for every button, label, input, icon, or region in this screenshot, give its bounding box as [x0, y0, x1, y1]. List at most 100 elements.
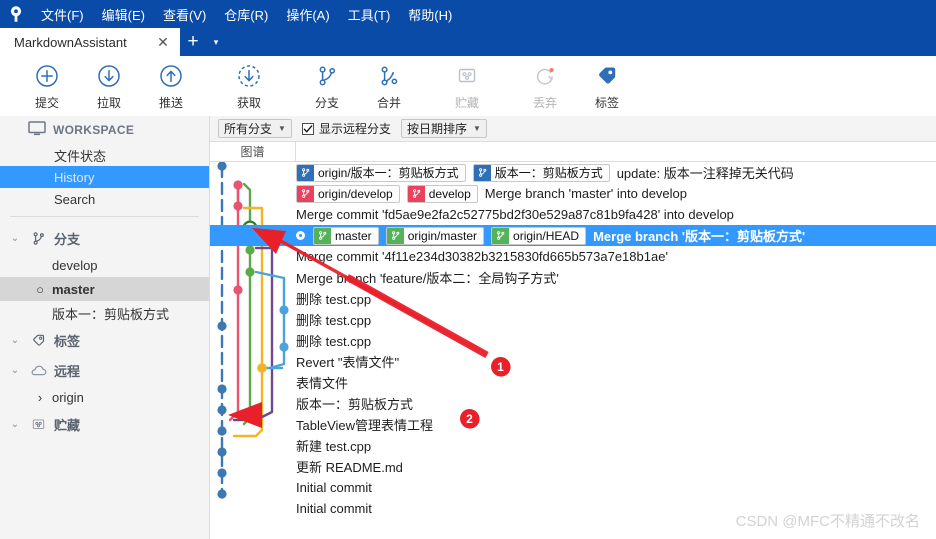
commit-message: 更新 README.md [296, 460, 403, 475]
toolbar: 提交 拉取 推送 获取 分支 合并 贮藏 丢弃 标签 [0, 56, 936, 117]
ref-label: origin/develop [318, 186, 393, 201]
table-row[interactable]: 删除 test.cpp [210, 330, 936, 351]
push-up-arrow-circle-icon [158, 61, 184, 91]
ref-label: origin/master [407, 228, 478, 243]
tag-icon [28, 332, 48, 349]
ref-badge[interactable]: develop [406, 184, 478, 203]
ref-badge[interactable]: origin/develop [296, 184, 400, 203]
branch-icon [297, 185, 314, 202]
menu-view[interactable]: 查看(V) [154, 0, 215, 28]
sidebar-branch-label: 版本一：剪贴板方式 [52, 306, 170, 322]
table-row[interactable]: TableView管理表情工程 [210, 414, 936, 435]
sidebar-branch-master[interactable]: ○ master [0, 277, 209, 301]
table-row[interactable]: 新建 test.cpp [210, 435, 936, 456]
tab-markdownassistant[interactable]: MarkdownAssistant ✕ [0, 28, 180, 56]
table-row[interactable]: Merge commit 'fd5ae9e2fa2c52775bd2f30e52… [210, 204, 936, 225]
pull-down-arrow-circle-icon [96, 61, 122, 91]
commit-list[interactable]: origin/版本一：剪贴板方式 版本一：剪贴板方式 update: 版本一注释… [210, 162, 936, 539]
commit-message: Merge commit '4f11e234d30382b3215830fd66… [296, 249, 668, 264]
filter-bar: 所有分支 ▼ 显示远程分支 按日期排序 ▼ [210, 116, 936, 142]
commit-message: Initial commit [296, 501, 372, 516]
table-row[interactable]: origin/develop develop Merge branch 'mas… [210, 183, 936, 204]
chevron-down-icon[interactable]: ⌄ [8, 233, 22, 244]
chevron-down-icon[interactable]: ⌄ [8, 335, 22, 346]
toolbar-push-button[interactable]: 推送 [140, 57, 202, 115]
sidebar-branch-banben-yi[interactable]: 版本一：剪贴板方式 [0, 301, 209, 325]
table-row[interactable]: origin/版本一：剪贴板方式 版本一：剪贴板方式 update: 版本一注释… [210, 162, 936, 183]
table-row[interactable]: 表情文件 [210, 372, 936, 393]
sidebar-group-remotes[interactable]: ⌄ 远程 [0, 355, 209, 385]
menu-bar: 文件(F) 编辑(E) 查看(V) 仓库(R) 操作(A) 工具(T) 帮助(H… [0, 0, 936, 28]
table-row[interactable]: 删除 test.cpp [210, 309, 936, 330]
commit-row-content: Revert "表情文件" [296, 352, 399, 371]
table-row[interactable]: Merge commit '4f11e234d30382b3215830fd66… [210, 246, 936, 267]
sidebar-branch-develop[interactable]: develop [0, 253, 209, 277]
chevron-down-icon[interactable]: ⌄ [8, 365, 22, 376]
toolbar-tag-button[interactable]: 标签 [576, 57, 638, 115]
ref-badge[interactable]: origin/HEAD [491, 226, 587, 245]
chevron-right-icon[interactable]: › [34, 390, 46, 405]
menu-file[interactable]: 文件(F) [32, 0, 93, 28]
branch-icon [28, 230, 48, 247]
cloud-icon [28, 363, 48, 378]
menu-actions[interactable]: 操作(A) [277, 0, 338, 28]
chevron-down-icon[interactable]: ▾ [206, 28, 226, 56]
close-icon[interactable]: ✕ [154, 33, 172, 51]
current-branch-bullet-icon: ○ [36, 281, 44, 297]
toolbar-merge-button[interactable]: 合并 [358, 57, 420, 115]
sort-order-dropdown[interactable]: 按日期排序 ▼ [400, 119, 487, 138]
sidebar-workspace-label: WORKSPACE [53, 123, 135, 137]
sidebar-item-history[interactable]: History [0, 166, 209, 188]
ref-badge[interactable]: origin/版本一：剪贴板方式 [296, 163, 466, 182]
table-row[interactable]: Revert "表情文件" [210, 351, 936, 372]
ref-badge[interactable]: master [313, 226, 379, 245]
table-row[interactable]: 版本一：剪贴板方式 [210, 393, 936, 414]
sidebar-remote-origin[interactable]: › origin [0, 385, 209, 409]
branch-filter-dropdown[interactable]: 所有分支 ▼ [218, 119, 292, 138]
commit-message: 表情文件 [296, 376, 349, 391]
toolbar-stash-button[interactable]: 贮藏 [436, 57, 498, 115]
annotation-number-1: 1 [491, 357, 510, 376]
toolbar-pull-button[interactable]: 拉取 [78, 57, 140, 115]
column-header-graph[interactable]: 图谱 [210, 141, 296, 162]
sidebar-item-search[interactable]: Search [0, 188, 209, 210]
sourcetree-logo-icon [0, 0, 32, 28]
sidebar-item-file-status[interactable]: 文件状态 [0, 144, 209, 166]
commit-message: 删除 test.cpp [296, 334, 372, 349]
menu-repository[interactable]: 仓库(R) [215, 0, 277, 28]
commit-row-content: Initial commit [296, 480, 372, 495]
commit-message: 删除 test.cpp [296, 313, 372, 328]
table-row[interactable]: master origin/master origin/HEAD Merge b… [210, 225, 936, 246]
sidebar-item-label: History [54, 169, 95, 185]
sidebar-group-tags[interactable]: ⌄ 标签 [0, 325, 209, 355]
table-row[interactable]: 更新 README.md [210, 456, 936, 477]
ref-badge[interactable]: 版本一：剪贴板方式 [472, 163, 610, 182]
table-row[interactable]: 删除 test.cpp [210, 288, 936, 309]
sidebar-group-branches[interactable]: ⌄ 分支 [0, 223, 209, 253]
menu-edit[interactable]: 编辑(E) [93, 0, 154, 28]
column-header-description[interactable] [296, 142, 936, 162]
new-tab-button[interactable]: + [180, 28, 206, 56]
show-remote-branches-checkbox[interactable]: 显示远程分支 [301, 120, 391, 137]
menu-help[interactable]: 帮助(H) [399, 0, 461, 28]
sourcetree-window: 文件(F) 编辑(E) 查看(V) 仓库(R) 操作(A) 工具(T) 帮助(H… [0, 0, 936, 539]
toolbar-discard-button[interactable]: 丢弃 [514, 57, 576, 115]
menu-tools[interactable]: 工具(T) [339, 0, 400, 28]
sidebar-branch-label: master [52, 281, 95, 297]
tab-label: MarkdownAssistant [14, 34, 127, 50]
commit-message: 删除 test.cpp [296, 292, 372, 307]
toolbar-branch-button[interactable]: 分支 [296, 57, 358, 115]
toolbar-fetch-label: 获取 [236, 96, 261, 110]
toolbar-commit-button[interactable]: 提交 [16, 57, 78, 115]
table-row[interactable]: Merge branch 'feature/版本二：全局钩子方式' [210, 267, 936, 288]
ref-badge[interactable]: origin/master [385, 226, 485, 245]
sidebar-group-stashes[interactable]: ⌄ 贮藏 [0, 409, 209, 439]
chevron-down-icon[interactable]: ⌄ [8, 419, 22, 430]
commit-message: Merge commit 'fd5ae9e2fa2c52775bd2f30e52… [296, 207, 734, 222]
commit-row-content: Merge commit '4f11e234d30382b3215830fd66… [296, 249, 668, 264]
table-row[interactable]: Initial commit [210, 477, 936, 498]
branch-icon [314, 227, 331, 244]
toolbar-fetch-button[interactable]: 获取 [218, 57, 280, 115]
checkbox-icon [301, 122, 314, 135]
toolbar-stash-label: 贮藏 [454, 96, 479, 110]
